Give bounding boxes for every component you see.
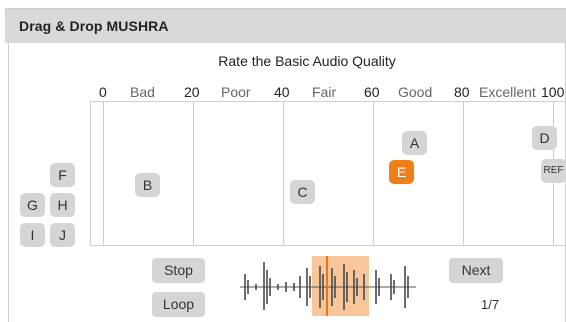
scale-category-fair: Fair [312, 84, 337, 100]
item-b[interactable]: B [135, 173, 160, 197]
scale-tick-0: 0 [99, 84, 107, 100]
rating-board[interactable] [90, 101, 565, 246]
gridline-60 [373, 101, 374, 246]
item-reference[interactable]: REF [541, 159, 566, 183]
item-f[interactable]: F [50, 163, 75, 187]
scale-category-poor: Poor [221, 84, 251, 100]
scale-tick-60: 60 [364, 84, 380, 100]
scale-category-bad: Bad [130, 84, 155, 100]
gridline-80 [463, 101, 464, 246]
scale-tick-40: 40 [274, 84, 290, 100]
item-a[interactable]: A [402, 131, 427, 155]
gridline-0 [103, 101, 104, 246]
header-bar: Drag & Drop MUSHRA [5, 8, 566, 43]
scale-tick-20: 20 [184, 84, 200, 100]
item-e-selected[interactable]: E [389, 160, 414, 184]
scale-category-excellent: Excellent [479, 84, 536, 100]
item-g[interactable]: G [20, 193, 45, 217]
rating-question: Rate the Basic Audio Quality [218, 53, 396, 69]
scale-tick-100: 100 [541, 84, 565, 100]
panel-border-left [8, 42, 9, 322]
item-h[interactable]: H [50, 193, 75, 217]
loop-button[interactable]: Loop [152, 292, 205, 317]
scale-tick-80: 80 [454, 84, 470, 100]
item-i[interactable]: I [20, 223, 45, 247]
stop-button[interactable]: Stop [152, 258, 205, 283]
next-button[interactable]: Next [449, 258, 503, 283]
page-counter: 1/7 [481, 297, 500, 312]
gridline-40 [283, 101, 284, 246]
mushra-window: Drag & Drop MUSHRA Rate the Basic Audio … [0, 0, 566, 322]
item-j[interactable]: J [50, 223, 75, 247]
page-title: Drag & Drop MUSHRA [19, 18, 169, 34]
item-c[interactable]: C [290, 180, 315, 204]
waveform-display[interactable] [236, 254, 420, 316]
item-d[interactable]: D [532, 126, 557, 150]
gridline-20 [193, 101, 194, 246]
scale-category-good: Good [398, 84, 433, 100]
